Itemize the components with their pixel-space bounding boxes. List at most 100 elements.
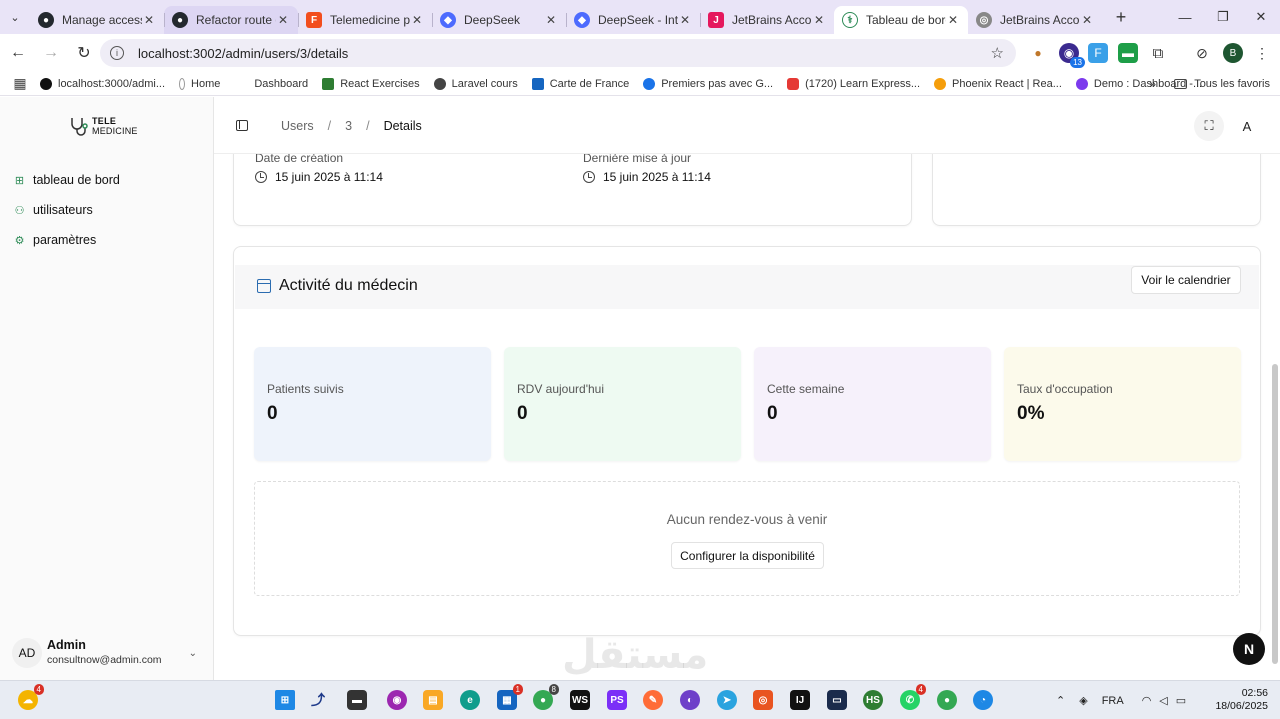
browser-tab[interactable]: ◆ DeepSeek ✕ bbox=[432, 6, 566, 34]
phpstorm-icon[interactable]: PS bbox=[607, 690, 627, 710]
back-arrow-icon[interactable]: ← bbox=[3, 38, 33, 68]
bookmark-item[interactable]: Carte de France bbox=[531, 77, 629, 90]
view-calendar-button[interactable]: Voir le calendrier bbox=[1131, 266, 1241, 294]
close-icon[interactable]: ✕ bbox=[678, 13, 692, 27]
browser-tab[interactable]: ◆ DeepSeek - Into ✕ bbox=[566, 6, 700, 34]
battery-icon[interactable]: ▭ bbox=[1176, 694, 1186, 707]
bookmark-item[interactable]: Premiers pas avec G... bbox=[643, 77, 773, 90]
extension-green-icon[interactable]: ▬ bbox=[1118, 43, 1138, 63]
breadcrumb-item-id[interactable]: 3 bbox=[345, 119, 352, 133]
bookmark-label: Home bbox=[191, 77, 221, 90]
sidebar-item-dashboard[interactable]: ⊞ tableau de bord bbox=[14, 165, 120, 195]
extensions-puzzle-icon[interactable]: ⧉ bbox=[1148, 43, 1168, 63]
performance-icon[interactable]: ⊘ bbox=[1192, 43, 1212, 63]
copilot-app-icon[interactable]: ◉ bbox=[387, 690, 407, 710]
webstorm-icon[interactable]: WS bbox=[570, 690, 590, 710]
header-avatar[interactable]: A bbox=[1232, 111, 1262, 141]
maximize-icon[interactable]: ❐ bbox=[1204, 0, 1242, 34]
volume-icon[interactable]: ◁ bbox=[1159, 694, 1167, 707]
bookmark-item[interactable]: Home bbox=[179, 77, 221, 90]
reload-icon[interactable]: ↻ bbox=[69, 38, 99, 68]
mail-icon[interactable]: ▦ 1 bbox=[497, 684, 523, 710]
configure-availability-button[interactable]: Configurer la disponibilité bbox=[671, 542, 824, 569]
extension-blue-icon[interactable]: F bbox=[1088, 43, 1108, 63]
close-window-icon[interactable]: ✕ bbox=[1242, 0, 1280, 34]
close-icon[interactable]: ✕ bbox=[276, 13, 290, 27]
app-blue-icon[interactable]: ◔ bbox=[973, 690, 993, 710]
chrome-badge: 8 bbox=[548, 684, 559, 695]
bookmark-star-icon[interactable]: ☆ bbox=[991, 44, 1004, 62]
fullscreen-button[interactable]: ⛶ bbox=[1194, 111, 1224, 141]
file-explorer-icon[interactable]: ▤ bbox=[423, 690, 443, 710]
extension-purple-icon[interactable]: ◉ 13 bbox=[1059, 43, 1085, 68]
profile-avatar[interactable]: B bbox=[1223, 43, 1243, 63]
bookmark-item[interactable]: Dashboard bbox=[254, 78, 308, 90]
window-controls: — ❐ ✕ bbox=[1166, 0, 1280, 34]
windows-start-icon[interactable]: ⊞ bbox=[275, 690, 295, 710]
chrome-icon[interactable]: ● 8 bbox=[533, 684, 559, 710]
hs-app-icon[interactable]: HS bbox=[863, 690, 883, 710]
browser-tab[interactable]: F Telemedicine pla ✕ bbox=[298, 6, 432, 34]
wifi-icon[interactable]: ◠ bbox=[1142, 694, 1152, 707]
bookmark-item[interactable]: localhost:3000/admi... bbox=[40, 77, 165, 90]
language-indicator[interactable]: FRA bbox=[1102, 695, 1124, 707]
copilot-icon[interactable]: ⤴ bbox=[308, 690, 328, 710]
intellij-icon[interactable]: IJ bbox=[790, 690, 810, 710]
stat-label: Cette semaine bbox=[767, 382, 845, 396]
extension-acorn-icon[interactable]: ● bbox=[1028, 43, 1048, 63]
minimize-icon[interactable]: — bbox=[1166, 0, 1204, 34]
apps-grid-icon[interactable]: ▦ bbox=[0, 75, 40, 92]
chrome-profile-icon[interactable]: ● bbox=[937, 690, 957, 710]
bookmark-item[interactable]: Phoenix React | Rea... bbox=[934, 77, 1062, 90]
kebab-menu-icon[interactable]: ⋮ bbox=[1252, 43, 1272, 63]
terminal-icon[interactable]: ▭ bbox=[827, 690, 847, 710]
close-icon[interactable]: ✕ bbox=[410, 13, 424, 27]
stat-card-this-week: Cette semaine 0 bbox=[754, 347, 991, 461]
bookmark-item[interactable]: React Exercises bbox=[322, 77, 420, 90]
task-view-icon[interactable]: ▬ bbox=[347, 690, 367, 710]
edge-icon[interactable]: e bbox=[460, 690, 480, 710]
bookmark-item[interactable]: Laravel cours bbox=[433, 77, 518, 90]
new-tab-button[interactable]: + bbox=[1106, 7, 1136, 28]
chevrons-up-down-icon[interactable]: ⌄ bbox=[189, 648, 197, 659]
page-scrollbar[interactable] bbox=[1272, 364, 1278, 664]
telegram-icon[interactable]: ➤ bbox=[717, 690, 737, 710]
bookmark-favicon bbox=[433, 77, 446, 90]
close-icon[interactable]: ✕ bbox=[142, 13, 156, 27]
breadcrumb-item-users[interactable]: Users bbox=[281, 119, 314, 133]
github-desktop-icon[interactable]: ◐ bbox=[680, 690, 700, 710]
tray-chevron-icon[interactable]: ⌃ bbox=[1056, 694, 1065, 707]
tab-search-chevron-icon[interactable]: ⌄ bbox=[0, 0, 30, 34]
sidebar-item-settings[interactable]: ⚙ paramètres bbox=[14, 225, 120, 255]
ubuntu-icon[interactable]: ◎ bbox=[753, 690, 773, 710]
browser-tab-active[interactable]: ⚕ Tableau de bord ✕ bbox=[834, 6, 968, 34]
browser-tab[interactable]: ◎ JetBrains Accour ✕ bbox=[968, 6, 1102, 34]
bookmark-item[interactable]: (1720) Learn Express... bbox=[787, 77, 920, 90]
weather-icon[interactable]: ☁ 4 bbox=[18, 684, 44, 710]
sidebar-item-users[interactable]: ⚇ utilisateurs bbox=[14, 195, 120, 225]
close-icon[interactable]: ✕ bbox=[1080, 13, 1094, 27]
bookmark-label: Laravel cours bbox=[451, 77, 518, 90]
app-logo[interactable]: TELE MEDICINE bbox=[68, 115, 138, 137]
url-text[interactable]: localhost:3002/admin/users/3/details bbox=[138, 46, 348, 61]
close-icon[interactable]: ✕ bbox=[544, 13, 558, 27]
address-bar[interactable]: i localhost:3002/admin/users/3/details ☆ bbox=[100, 39, 1016, 67]
close-icon[interactable]: ✕ bbox=[946, 13, 960, 27]
more-bookmarks-icon[interactable]: » bbox=[1149, 77, 1156, 91]
tab-label: Tableau de bord bbox=[866, 13, 946, 27]
forward-arrow-icon[interactable]: → bbox=[36, 38, 66, 68]
whatsapp-icon[interactable]: ✆ 4 bbox=[900, 684, 926, 710]
close-icon[interactable]: ✕ bbox=[812, 13, 826, 27]
browser-tab[interactable]: ● Refactor route d ✕ bbox=[164, 6, 298, 34]
site-info-icon[interactable]: i bbox=[110, 46, 124, 60]
user-menu[interactable]: AD Admin consultnow@admin.com ⌄ bbox=[0, 626, 213, 680]
postman-icon[interactable]: ✎ bbox=[643, 690, 663, 710]
taskbar-clock[interactable]: 02:56 18/06/2025 bbox=[1215, 687, 1268, 713]
sidebar-toggle-icon[interactable] bbox=[236, 120, 248, 131]
all-bookmarks-button[interactable]: Tous les favoris bbox=[1174, 78, 1270, 90]
tray-network-app-icon[interactable]: ◈ bbox=[1079, 694, 1087, 707]
nextjs-dev-badge[interactable]: N bbox=[1233, 633, 1265, 665]
browser-tab[interactable]: ● Manage access ✕ bbox=[30, 6, 164, 34]
browser-tab[interactable]: J JetBrains Accour ✕ bbox=[700, 6, 834, 34]
stat-label: Patients suivis bbox=[267, 382, 344, 396]
